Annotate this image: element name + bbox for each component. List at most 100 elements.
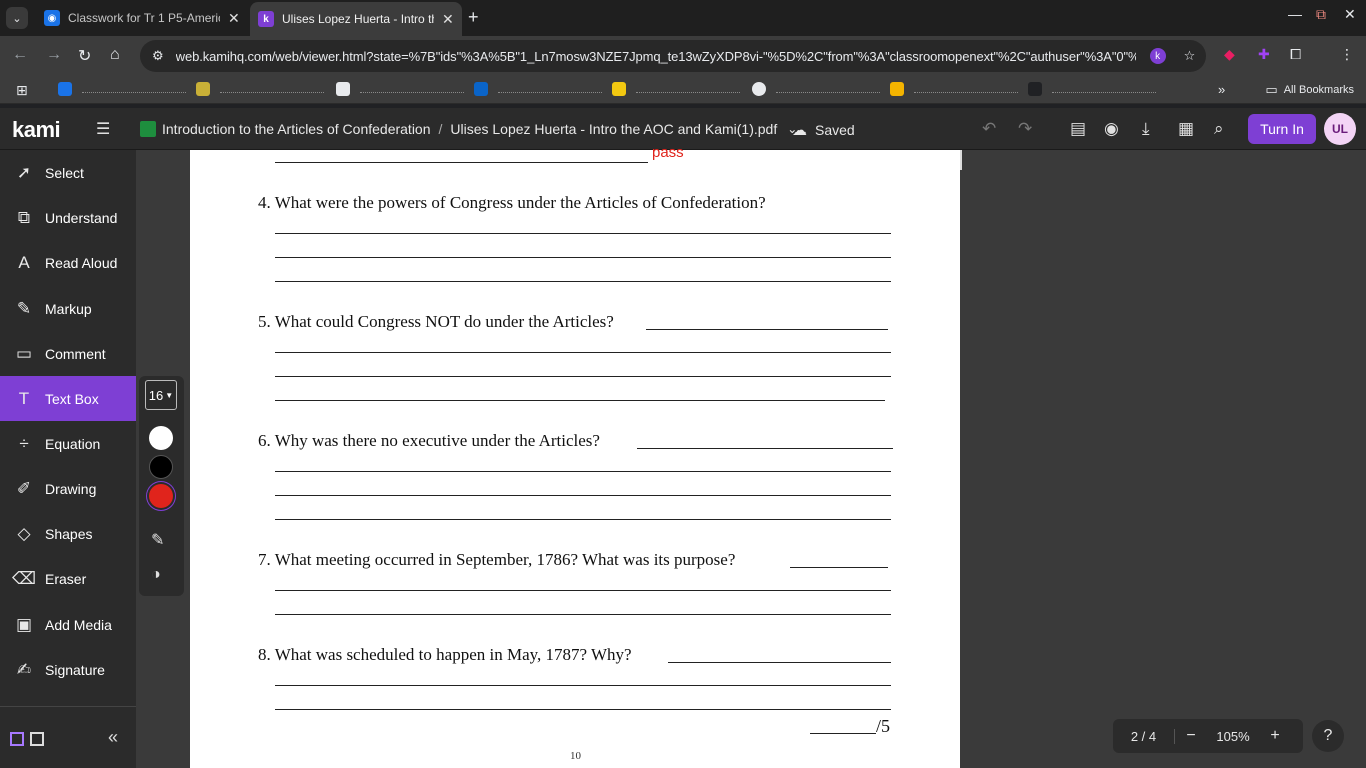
kami-logo[interactable]: kami xyxy=(12,117,61,143)
bookmark-item[interactable] xyxy=(474,82,602,96)
minimize-icon[interactable]: — xyxy=(1288,6,1302,22)
eye-icon[interactable]: ◉ xyxy=(1104,119,1119,139)
breadcrumb-class[interactable]: Introduction to the Articles of Confeder… xyxy=(162,121,431,137)
question-4: 4. What were the powers of Congress unde… xyxy=(258,193,766,212)
tool-comment[interactable]: ▭ Comment xyxy=(0,331,136,376)
palette-icon[interactable]: ◑ xyxy=(151,566,161,584)
answer-line xyxy=(275,519,891,520)
bookmark-item[interactable] xyxy=(1028,82,1156,96)
tool-label: Drawing xyxy=(45,480,97,497)
answer-line xyxy=(668,662,891,663)
font-size-select[interactable]: 16 ▼ xyxy=(145,380,177,410)
collapse-sidebar-icon[interactable]: « xyxy=(108,727,118,748)
close-tab-icon[interactable]: ✕ xyxy=(228,10,240,27)
tool-equation[interactable]: ÷ Equation xyxy=(0,421,136,466)
tool-select[interactable]: ➚ Select xyxy=(0,150,136,195)
tool-understand[interactable]: ⧉ Understand xyxy=(0,195,136,240)
text-annotation[interactable]: pass xyxy=(652,144,684,161)
turn-in-button[interactable]: Turn In xyxy=(1248,114,1316,144)
page-indicator[interactable]: 2 / 4 xyxy=(1113,728,1175,744)
tool-drawing[interactable]: ✐ Drawing xyxy=(0,466,136,511)
address-bar[interactable]: ⚙ web.kamihq.com/web/viewer.html?state=%… xyxy=(140,40,1206,72)
saved-status: ☁ Saved xyxy=(792,121,855,139)
zoom-level[interactable]: 105% xyxy=(1207,729,1259,744)
all-bookmarks[interactable]: ▭ All Bookmarks xyxy=(1265,82,1354,98)
score-total: /5 xyxy=(876,716,891,736)
file-name[interactable]: Ulises Lopez Huerta - Intro the AOC and … xyxy=(450,121,777,137)
apps-grid-icon[interactable]: ⊞ xyxy=(16,82,28,99)
bookmark-item[interactable] xyxy=(336,82,464,96)
menu-kebab-icon[interactable]: ⋮ xyxy=(1340,46,1354,63)
cursor-icon: ➚ xyxy=(16,162,32,182)
more-bookmarks-icon[interactable]: » xyxy=(1218,82,1225,97)
color-swatch-red[interactable] xyxy=(149,484,173,508)
extension-icon[interactable]: ◆ xyxy=(1224,46,1235,63)
site-info-icon[interactable]: ⚙ xyxy=(152,48,164,64)
tool-read-aloud[interactable]: A Read Aloud xyxy=(0,240,136,285)
undo-icon[interactable]: ↶ xyxy=(982,119,996,139)
layout-toggle[interactable] xyxy=(10,732,50,746)
caret-down-icon: ▼ xyxy=(165,390,174,400)
highlighter-icon: ✎ xyxy=(16,298,32,318)
breadcrumb: Introduction to the Articles of Confeder… xyxy=(140,121,797,137)
zoom-in-button[interactable]: + xyxy=(1259,727,1291,745)
extension-icon[interactable]: ✚ xyxy=(1258,46,1270,63)
close-window-icon[interactable]: ✕ xyxy=(1344,6,1356,23)
tool-markup[interactable]: ✎ Markup xyxy=(0,286,136,331)
extensions-puzzle-icon[interactable]: ⧠ xyxy=(1290,46,1301,63)
bookmark-favicon-icon xyxy=(196,82,210,96)
layout-right-icon[interactable] xyxy=(30,732,44,746)
tab-kami[interactable]: k Ulises Lopez Huerta - Intro the AOC ✕ xyxy=(250,2,462,36)
classroom-icon: ◉ xyxy=(44,10,60,26)
tool-label: Read Aloud xyxy=(45,254,118,271)
close-tab-icon[interactable]: ✕ xyxy=(442,11,454,28)
bookmark-favicon-icon xyxy=(890,82,904,96)
bookmark-item[interactable] xyxy=(612,82,740,96)
answer-line xyxy=(275,685,891,686)
download-icon[interactable]: ⤓ xyxy=(1142,119,1150,139)
redo-icon[interactable]: ↷ xyxy=(1018,119,1032,139)
forward-icon[interactable]: → xyxy=(46,46,62,64)
pencil-icon[interactable]: ✎ xyxy=(151,530,164,550)
zoom-out-button[interactable]: − xyxy=(1175,727,1207,745)
cloud-check-icon: ☁ xyxy=(792,122,807,139)
tool-eraser[interactable]: ⌫ Eraser xyxy=(0,556,136,601)
search-icon[interactable]: ⌕ xyxy=(1214,119,1224,139)
document-icon[interactable]: ▤ xyxy=(1070,119,1086,139)
new-tab-icon[interactable]: + xyxy=(468,7,479,28)
zoom-bar: 2 / 4 − 105% + xyxy=(1113,719,1303,753)
restore-icon[interactable]: ⧉ xyxy=(1316,6,1326,23)
tool-text-box[interactable]: T Text Box xyxy=(0,376,136,421)
saved-label: Saved xyxy=(815,122,855,138)
tool-shapes[interactable]: ◇ Shapes xyxy=(0,511,136,556)
answer-line xyxy=(275,709,891,710)
reload-icon[interactable]: ↻ xyxy=(78,46,91,66)
answer-line xyxy=(275,352,891,353)
bookmark-item[interactable] xyxy=(752,82,880,96)
kami-extension-icon[interactable]: k xyxy=(1149,48,1166,64)
help-button[interactable]: ? xyxy=(1312,720,1344,752)
tab-classwork[interactable]: ◉ Classwork for Tr 1 P5-American ✕ xyxy=(36,4,248,32)
tab-search-icon[interactable]: ⌄ xyxy=(6,7,28,29)
color-swatch-black[interactable] xyxy=(149,455,173,479)
tool-add-media[interactable]: ▣ Add Media xyxy=(0,602,136,647)
score-line xyxy=(810,733,876,734)
tab-title: Classwork for Tr 1 P5-American xyxy=(68,11,220,25)
comment-icon: ▭ xyxy=(15,343,33,363)
tool-label: Shapes xyxy=(45,525,93,542)
question-6: 6. Why was there no executive under the … xyxy=(258,431,600,450)
answer-line xyxy=(275,376,891,377)
color-swatch-white[interactable] xyxy=(149,426,173,450)
pdf-page[interactable] xyxy=(190,150,960,768)
home-icon[interactable]: ⌂ xyxy=(110,46,120,64)
toolbox-icon[interactable]: ▦ xyxy=(1178,119,1194,139)
menu-list-icon[interactable]: ☰ xyxy=(96,119,110,139)
bookmark-star-icon[interactable]: ☆ xyxy=(1184,48,1196,64)
bookmark-item[interactable] xyxy=(196,82,324,96)
avatar[interactable]: UL xyxy=(1324,113,1356,145)
layout-left-icon[interactable] xyxy=(10,732,24,746)
bookmark-item[interactable] xyxy=(58,82,186,96)
bookmark-item[interactable] xyxy=(890,82,1018,96)
back-icon[interactable]: ← xyxy=(12,46,28,64)
tool-signature[interactable]: ✍ Signature xyxy=(0,647,136,692)
